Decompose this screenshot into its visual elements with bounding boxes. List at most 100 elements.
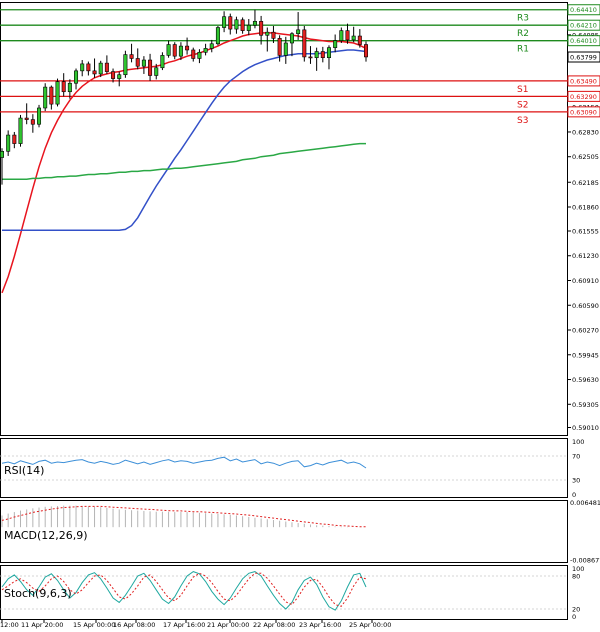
- candle-body: [148, 59, 153, 76]
- x-tick-label: 21 Apr 00:00: [207, 621, 249, 629]
- y-tick-label: 0.60590: [572, 302, 599, 310]
- candle-body: [364, 44, 368, 58]
- candle-body: [135, 58, 140, 67]
- candle-body: [80, 63, 85, 72]
- level-tag-s3: 0.63090: [570, 108, 597, 116]
- candle: [43, 83, 48, 112]
- candle-body: [197, 51, 202, 59]
- candle-body: [320, 51, 325, 59]
- x-tick-label: 22 Apr 08:00: [253, 621, 295, 629]
- level-label-s1: S1: [517, 85, 528, 95]
- rsi-tick-label: 30: [572, 477, 580, 485]
- candle-body: [154, 67, 159, 76]
- candle: [18, 114, 23, 147]
- candle: [123, 50, 128, 78]
- candle-body: [289, 33, 294, 44]
- candle-body: [259, 21, 264, 36]
- candle-body: [339, 30, 344, 41]
- candle-body: [24, 117, 29, 120]
- candle-body: [129, 54, 134, 59]
- candle-body: [265, 31, 270, 36]
- x-tick-label: 17 Apr 16:00: [163, 621, 205, 629]
- stoch-tick-label: 80: [572, 573, 580, 581]
- candle-body: [141, 59, 146, 67]
- x-tick-label: 12:00: [0, 621, 19, 629]
- y-tick-label: 0.62830: [572, 128, 599, 136]
- level-tag-s2: 0.63290: [570, 93, 597, 101]
- candle-body: [98, 62, 103, 75]
- candle-body: [18, 117, 23, 144]
- candle-body: [49, 86, 54, 105]
- candle-body: [296, 29, 301, 35]
- level-label-r1: R1: [517, 45, 529, 55]
- level-tag-r2: 0.64210: [570, 22, 597, 30]
- candle-body: [104, 62, 109, 72]
- candle-body: [234, 19, 239, 30]
- candle-body: [302, 29, 307, 58]
- candle-body: [6, 134, 11, 152]
- price-chart: 0.644100.640850.637990.634700.631500.628…: [0, 2, 600, 629]
- level-label-r2: R2: [517, 29, 529, 39]
- candle-body: [326, 47, 331, 59]
- candle-body: [308, 56, 313, 59]
- candle-body: [240, 19, 245, 31]
- candle-body: [191, 49, 196, 59]
- candle-body: [37, 107, 42, 125]
- candle: [215, 25, 220, 46]
- candle-body: [357, 35, 362, 45]
- candle-body: [215, 27, 220, 45]
- candle-body: [61, 81, 66, 93]
- y-tick-label: 0.62185: [572, 179, 599, 187]
- candle-body: [111, 71, 116, 79]
- rsi-tick-label: 0: [572, 491, 576, 499]
- pane-stoch: [0, 565, 568, 620]
- candle-body: [351, 35, 356, 41]
- y-tick-label: 0.61230: [572, 252, 599, 260]
- candle-body: [43, 86, 48, 109]
- current-price-label: 0.63799: [570, 54, 597, 62]
- macd-tick-label: 0.006481: [570, 499, 600, 507]
- y-tick-label: 0.60910: [572, 277, 599, 285]
- rsi-label: RSI(14): [4, 464, 44, 477]
- candle-body: [92, 70, 97, 75]
- candle-body: [172, 44, 177, 57]
- rsi-tick-label: 70: [572, 453, 580, 461]
- candle-body: [67, 82, 72, 93]
- candle-body: [123, 54, 128, 76]
- x-tick-label: 15 Apr 00:00: [73, 621, 115, 629]
- y-tick-label: 0.59010: [572, 424, 599, 432]
- candle-body: [74, 70, 79, 84]
- pane-rsi: [0, 438, 568, 498]
- candle-body: [228, 16, 233, 30]
- candle-body: [30, 119, 35, 125]
- y-tick-label: 0.61860: [572, 204, 599, 212]
- candle-body: [86, 63, 91, 72]
- stoch-tick-label: 0: [572, 613, 576, 621]
- y-tick-label: 0.59945: [572, 351, 599, 359]
- macd-label: MACD(12,26,9): [4, 529, 88, 542]
- candle-body: [252, 21, 257, 26]
- x-tick-label: 16 Apr 08:00: [113, 621, 155, 629]
- macd-tick-label: -0.008677: [570, 556, 600, 564]
- pane-main: [0, 2, 568, 436]
- y-tick-label: 0.62505: [572, 153, 599, 161]
- candle-body: [271, 31, 276, 39]
- candle-body: [166, 44, 171, 56]
- candle-body: [209, 43, 214, 49]
- y-tick-label: 0.59305: [572, 401, 599, 409]
- candle-body: [283, 42, 288, 56]
- candle-body: [203, 48, 208, 53]
- candle-body: [314, 51, 319, 59]
- level-label-r3: R3: [517, 14, 529, 24]
- candle-body: [246, 24, 251, 31]
- candle-body: [12, 134, 17, 144]
- candle-body: [0, 151, 4, 158]
- candle-body: [178, 45, 183, 57]
- candle-body: [117, 74, 122, 79]
- candle-body: [222, 16, 227, 28]
- y-tick-label: 0.60270: [572, 327, 599, 335]
- y-tick-label: 0.59630: [572, 376, 599, 384]
- x-tick-label: 23 Apr 16:00: [299, 621, 341, 629]
- level-tag-r1: 0.64010: [570, 37, 597, 45]
- candle-body: [277, 38, 282, 56]
